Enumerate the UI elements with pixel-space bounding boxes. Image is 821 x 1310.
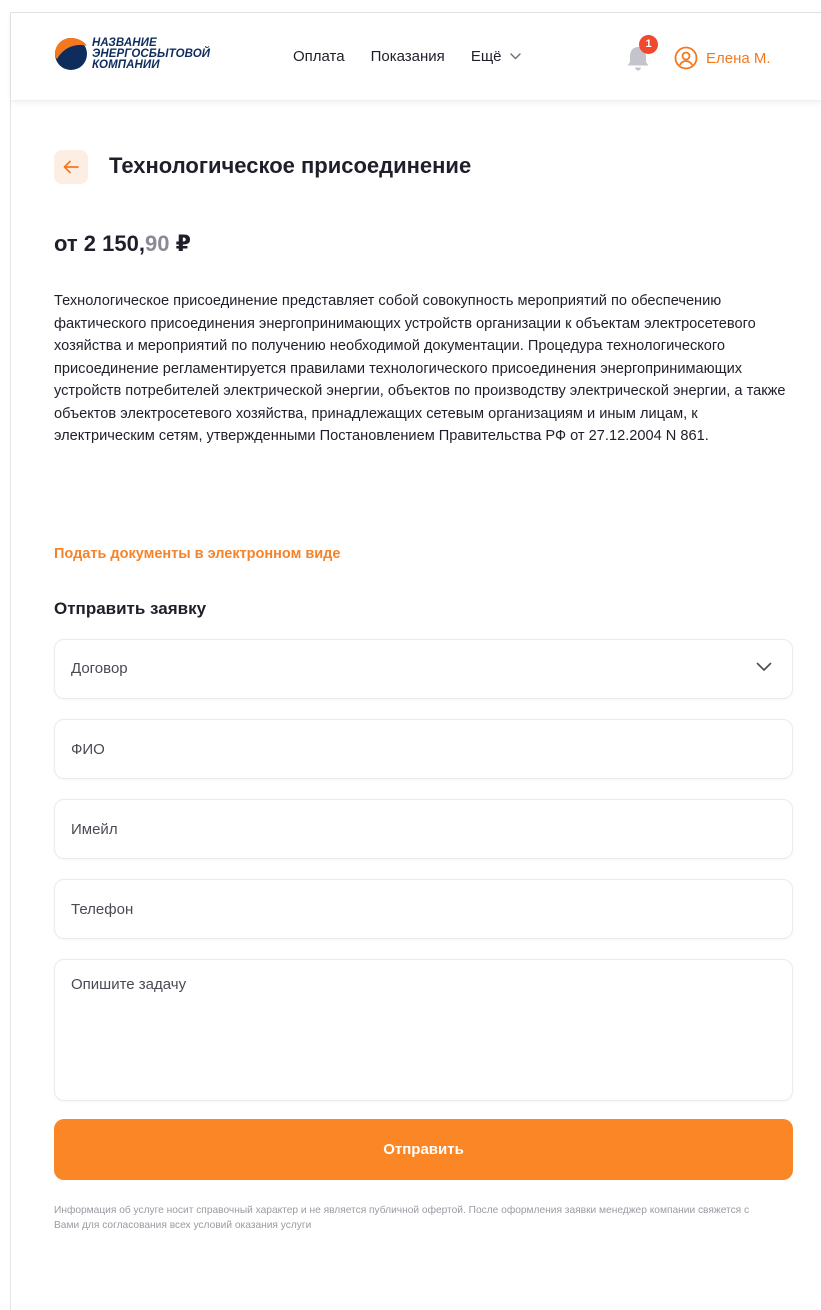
chevron-down-icon [756, 662, 772, 671]
service-description: Технологическое присоединение представля… [54, 293, 786, 444]
top-header: НАЗВАНИЕ ЭНЕРГОСБЫТОВОЙ КОМПАНИИ Оплата … [11, 13, 821, 101]
email-field[interactable] [55, 800, 792, 858]
disclaimer-text: Информация об услуге носит справочный ха… [54, 1205, 750, 1231]
task-textarea[interactable] [55, 960, 792, 1100]
name-field[interactable] [55, 720, 792, 778]
phone-field-wrapper [54, 879, 793, 939]
logo-line-1: НАЗВАНИЕ [92, 36, 157, 49]
contract-select[interactable]: Договор [54, 639, 793, 699]
nav-item-payment[interactable]: Оплата [293, 48, 345, 65]
user-name: Елена М. [706, 49, 771, 67]
price-currency: ₽ [175, 231, 191, 256]
logo-line-3: КОМПАНИИ [92, 58, 160, 71]
phone-field[interactable] [55, 880, 792, 938]
name-field-wrapper [54, 719, 793, 779]
logo-text: НАЗВАНИЕ ЭНЕРГОСБЫТОВОЙ КОМПАНИИ [92, 36, 211, 71]
form-title: Отправить заявку [54, 599, 207, 618]
notification-badge: 1 [639, 35, 658, 54]
page-title: Технологическое присоединение [109, 153, 472, 178]
back-button[interactable] [54, 150, 88, 184]
arrow-left-icon [63, 160, 79, 174]
submit-button[interactable]: Отправить [54, 1119, 793, 1180]
main-nav: Оплата Показания Ещё [293, 48, 521, 65]
nav-more-label: Ещё [470, 48, 502, 65]
price-main: от 2 150, [54, 231, 145, 256]
task-field-wrapper [54, 959, 793, 1101]
app-frame: НАЗВАНИЕ ЭНЕРГОСБЫТОВОЙ КОМПАНИИ Оплата … [10, 12, 821, 1310]
user-menu[interactable]: Елена М. [674, 46, 771, 70]
logo-line-2: ЭНЕРГОСБЫТОВОЙ [92, 47, 211, 60]
price: от 2 150,90 ₽ [54, 231, 191, 257]
chevron-down-icon [509, 53, 521, 60]
company-logo-icon [55, 38, 87, 70]
price-decimals: 90 [144, 231, 170, 256]
nav-more-menu[interactable]: Ещё [471, 48, 521, 65]
email-field-wrapper [54, 799, 793, 859]
company-logo[interactable]: НАЗВАНИЕ ЭНЕРГОСБЫТОВОЙ КОМПАНИИ [54, 37, 210, 71]
submit-documents-link[interactable]: Подать документы в электронном виде [54, 546, 340, 562]
contract-select-value: Договор [71, 660, 128, 677]
nav-item-readings[interactable]: Показания [371, 48, 445, 65]
user-circle-icon [674, 46, 698, 70]
